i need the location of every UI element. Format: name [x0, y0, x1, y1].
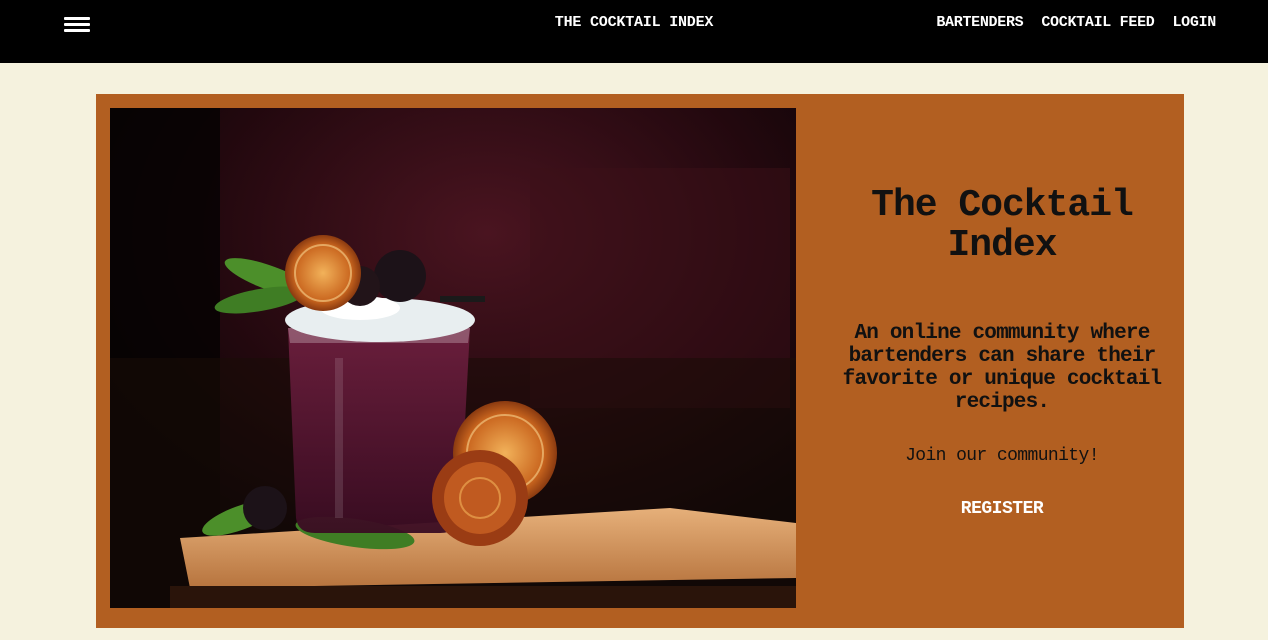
register-container: REGISTER — [812, 499, 1192, 519]
brand-link[interactable]: THE COCKTAIL INDEX — [555, 14, 714, 31]
hero-title-line2: Index — [947, 224, 1057, 267]
join-community-text: Join our community! — [905, 446, 1099, 466]
hero-description: An online community where bartenders can… — [842, 322, 1162, 414]
nav-links: BARTENDERS COCKTAIL FEED LOGIN — [936, 14, 1216, 31]
nav-link-bartenders[interactable]: BARTENDERS — [936, 14, 1023, 31]
register-link[interactable]: REGISTER — [961, 499, 1044, 519]
hero-title: The Cocktail Index — [812, 186, 1192, 266]
top-navbar: THE COCKTAIL INDEX BARTENDERS COCKTAIL F… — [0, 0, 1268, 63]
cocktail-photo — [110, 108, 796, 608]
hero-card: The Cocktail Index An online community w… — [96, 94, 1184, 628]
nav-link-cocktail-feed[interactable]: COCKTAIL FEED — [1041, 14, 1154, 31]
hamburger-menu-icon[interactable] — [64, 17, 90, 33]
hero-title-line1: The Cocktail — [871, 184, 1134, 227]
hero-info: The Cocktail Index An online community w… — [812, 94, 1192, 628]
nav-link-login[interactable]: LOGIN — [1172, 14, 1216, 31]
